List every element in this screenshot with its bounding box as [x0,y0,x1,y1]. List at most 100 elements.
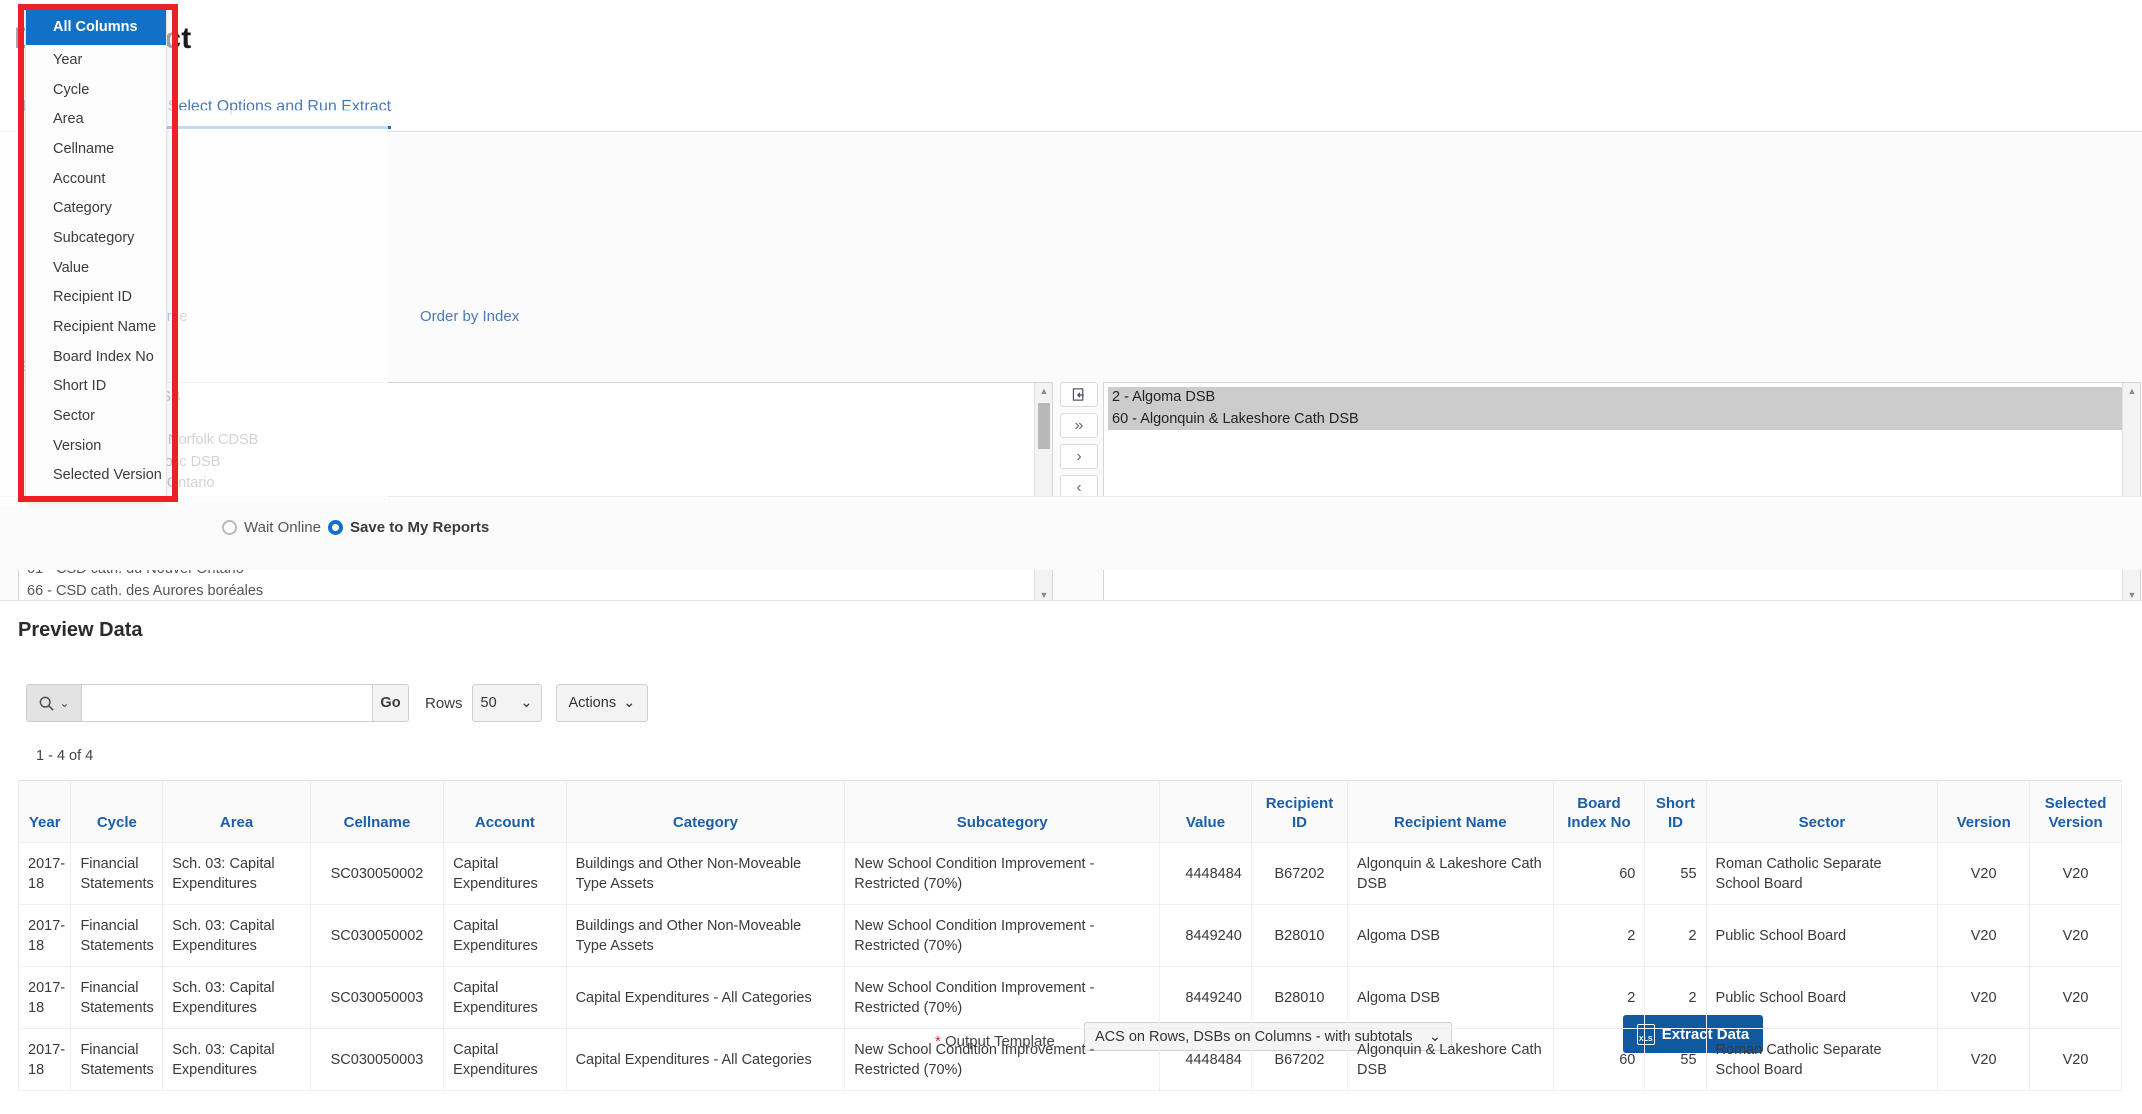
shuttle-available-list[interactable]: 10 - Avon Maitland DSB11 - Bluewater DSB… [18,382,1053,604]
dropdown-item-sector[interactable]: Sector [26,401,166,431]
cell-cycle: Financial Statements [70,1028,164,1091]
dropdown-item-board-index-no[interactable]: Board Index No [26,342,166,372]
cell-selected-version: V20 [2029,966,2122,1029]
table-row[interactable]: 2017-18 Financial Statements Sch. 03: Capi… [17,1028,2122,1091]
tab-select-options-and-run-extract[interactable]: 2. Select Options and Run Extract [150,98,392,129]
actions-button[interactable]: Actions ⌄ [555,684,649,722]
cell-sector: Public School Board [1705,904,1939,967]
scrollbar-thumb[interactable] [1038,403,1050,449]
dropdown-item-cycle[interactable]: Cycle [26,75,166,105]
radio-save-to-my-reports-label: Save to My Reports [350,519,490,536]
radio-save-to-my-reports[interactable]: Save to My Reports [328,519,489,536]
column-header-recipient-id[interactable]: Recipient ID [1250,780,1349,843]
selected-list-scrollbar[interactable]: ▲ ▼ [2122,383,2140,603]
rows-per-page-select[interactable]: 50 ⌄ [471,684,542,722]
cell-area: Sch. 03: Capital Expenditures [162,904,311,967]
dropdown-item-value[interactable]: Value [26,253,166,283]
cell-area: Sch. 03: Capital Expenditures [162,842,311,905]
available-recipient-item[interactable]: 30 - Bruce-Grey Catholic DSB [23,452,1034,474]
radio-button-selected-icon[interactable] [328,520,343,535]
table-row[interactable]: 2017-18 Financial Statements Sch. 03: Capi… [17,966,2122,1029]
shuttle-move-right-icon[interactable]: › [1060,444,1098,469]
column-header-area[interactable]: Area [162,780,311,843]
cell-category: Buildings and Other Non-Moveable Type As… [565,842,846,905]
column-header-value[interactable]: Value [1159,780,1252,843]
column-header-account[interactable]: Account [443,780,567,843]
cell-short-id: 2 [1644,966,1707,1029]
dropdown-item-account[interactable]: Account [26,164,166,194]
dropdown-item-category[interactable]: Category [26,193,166,223]
cell-area: Sch. 03: Capital Expenditures [162,966,311,1029]
preview-title: Preview Data [18,619,143,641]
column-header-short-id[interactable]: Short ID [1644,780,1707,843]
column-header-year[interactable]: Year [17,780,72,843]
column-header-board-index-no[interactable]: Board Index No [1552,780,1646,843]
cell-subcategory: New School Condition Improvement - Restr… [844,1028,1161,1091]
available-recipient-item[interactable]: 66 - CSD cath. des Aurores boréales [23,581,1034,603]
dropdown-item-all-columns[interactable]: All Columns [26,9,166,45]
cell-category: Capital Expenditures - All Categories [565,966,846,1029]
cell-cellname: SC030050002 [309,904,445,967]
wizard-tabs: 1. Select Cells 2. Select Options and Ru… [0,98,2142,132]
order-by-index-link[interactable]: Order by Index [420,308,519,325]
cell-recipient-name: Algonquin & Lakeshore Cath DSB [1347,1028,1554,1091]
shuttle-move-all-right-icon[interactable]: » [1060,413,1098,438]
cell-recipient-name: Algoma DSB [1347,904,1554,967]
search-input[interactable] [81,684,373,722]
cell-value: 8449240 [1159,904,1252,967]
cell-account: Capital Expenditures [443,842,567,905]
selected-recipient-item[interactable]: 2 - Algoma DSB [1108,387,2122,409]
chevron-down-icon: ⌄ [623,695,636,711]
cell-recipient-id: B28010 [1250,966,1349,1029]
table-row[interactable]: 2017-18 Financial Statements Sch. 03: Capi… [17,904,2122,967]
cell-selected-version: V20 [2029,842,2122,905]
column-header-subcategory[interactable]: Subcategory [844,780,1161,843]
radio-button-icon[interactable] [222,520,237,535]
cell-board-index-no: 60 [1552,842,1646,905]
cell-recipient-id: B28010 [1250,904,1349,967]
column-header-recipient-name[interactable]: Recipient Name [1347,780,1554,843]
dropdown-item-area[interactable]: Area [26,104,166,134]
dropdown-item-recipient-id[interactable]: Recipient ID [26,283,166,313]
dropdown-item-year[interactable]: Year [26,45,166,75]
column-header-cellname[interactable]: Cellname [309,780,445,843]
available-recipient-item[interactable]: 26 - Brant Haldimand Norfolk CDSB [23,430,1034,452]
cell-recipient-id: B67202 [1250,1028,1349,1091]
all-columns-dropdown[interactable]: All Columns Year Cycle Area Cellname Account… [25,8,167,502]
cell-category: Buildings and Other Non-Moveable Type As… [565,904,846,967]
column-header-sector[interactable]: Sector [1705,780,1939,843]
column-header-category[interactable]: Category [565,780,846,843]
cell-value: 8449240 [1159,966,1252,1029]
radio-wait-online[interactable]: Wait Online [222,519,321,536]
dropdown-item-cellname[interactable]: Cellname [26,134,166,164]
scroll-up-icon[interactable]: ▲ [2123,383,2140,399]
dropdown-item-subcategory[interactable]: Subcategory [26,223,166,253]
dropdown-item-short-id[interactable]: Short ID [26,372,166,402]
available-recipient-item[interactable]: 11 - Bluewater DSB [23,409,1034,431]
available-list-scrollbar[interactable]: ▲ ▼ [1034,383,1052,603]
rows-per-page-value: 50 [480,695,497,711]
column-header-cycle[interactable]: Cycle [70,780,164,843]
shuttle-reset-icon[interactable] [1060,382,1098,407]
go-button[interactable]: Go [373,684,409,722]
table-row[interactable]: 2017-18 Financial Statements Sch. 03: Capi… [17,842,2122,905]
available-recipient-item[interactable]: 64 - CEP de l'Est de l'Ontario [23,473,1034,495]
cell-version: V20 [1937,842,2031,905]
table-body: 2017-18 Financial Statements Sch. 03: Capi… [17,842,2122,1091]
cell-sector: Roman Catholic Separate School Board [1705,842,1939,905]
shuttle-selected-list[interactable]: 2 - Algoma DSB 60 - Algonquin & Lakeshore… [1103,382,2141,604]
dropdown-item-selected-version[interactable]: Selected Version [26,461,166,491]
row-count-label: 1 - 4 of 4 [36,748,94,764]
chevron-down-icon: ⌄ [520,695,533,711]
search-column-selector[interactable]: ⌄ [26,684,81,722]
cell-area: Sch. 03: Capital Expenditures [162,1028,311,1091]
radio-wait-online-label: Wait Online [244,519,321,536]
available-recipient-item[interactable]: 10 - Avon Maitland DSB [23,387,1034,409]
dropdown-item-recipient-name[interactable]: Recipient Name [26,312,166,342]
cell-year: 2017-18 [17,966,72,1029]
scroll-up-icon[interactable]: ▲ [1035,383,1052,399]
selected-recipient-item[interactable]: 60 - Algonquin & Lakeshore Cath DSB [1108,408,2122,430]
column-header-version[interactable]: Version [1937,780,2031,843]
dropdown-item-version[interactable]: Version [26,431,166,461]
column-header-selected-version[interactable]: Selected Version [2029,780,2122,843]
